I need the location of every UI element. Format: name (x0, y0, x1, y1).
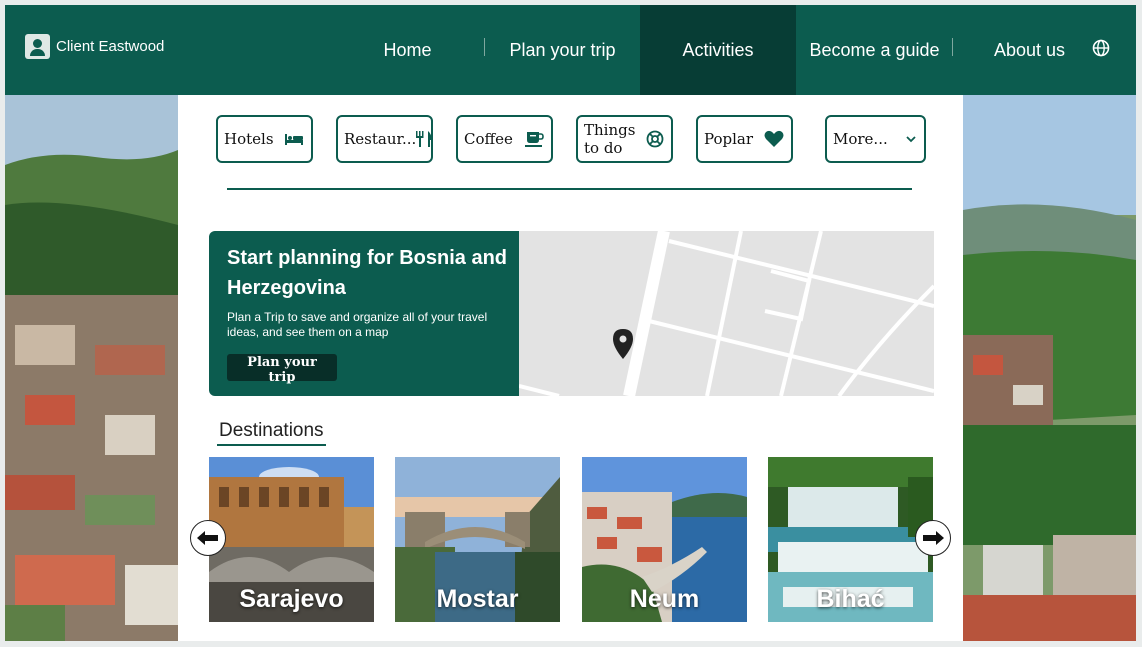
user-icon (25, 34, 50, 59)
chevron-down-icon (906, 136, 916, 143)
nav-home[interactable]: Home (330, 5, 485, 95)
category-popular-button[interactable]: Poplar (696, 115, 793, 163)
bed-icon (285, 134, 303, 145)
main-panel: Hotels Restaur... Coffee Things to do Po… (178, 95, 963, 641)
divider (227, 188, 912, 190)
category-coffee-button[interactable]: Coffee (456, 115, 553, 163)
top-navigation-bar: Client Eastwood Home Plan your trip Acti… (5, 5, 1136, 95)
destination-card-bihac[interactable]: Bihać (768, 457, 933, 622)
plan-your-trip-button[interactable]: Plan your trip (227, 354, 337, 385)
fork-knife-icon (416, 131, 432, 147)
city-background-right (963, 95, 1136, 641)
destination-card-sarajevo[interactable]: Sarajevo (209, 457, 374, 622)
heart-icon (764, 130, 784, 147)
destination-name: Neum (629, 585, 700, 613)
arrow-left-icon (197, 531, 218, 545)
destination-card-neum[interactable]: Neum (582, 457, 747, 622)
nav-become-a-guide[interactable]: Become a guide (796, 5, 953, 95)
promo-description: Plan a Trip to save and organize all of … (227, 310, 488, 339)
destination-name: Sarajevo (239, 585, 344, 613)
city-background-left (5, 95, 178, 641)
nav-activities[interactable]: Activities (640, 5, 796, 95)
destinations-heading: Destinations (217, 420, 326, 446)
app-frame: Client Eastwood Home Plan your trip Acti… (5, 5, 1136, 641)
promo-title: Start planning for Bosnia and Herzegovin… (227, 247, 508, 299)
category-things-to-do-button[interactable]: Things to do (576, 115, 673, 163)
destination-name: Bihać (816, 585, 885, 613)
destination-card-mostar[interactable]: Mostar (395, 457, 560, 622)
globe-icon[interactable] (1091, 38, 1111, 58)
user-account[interactable]: Client Eastwood (25, 34, 164, 59)
category-filters: Hotels Restaur... Coffee Things to do Po… (216, 115, 928, 167)
arrow-right-icon (923, 531, 944, 545)
user-name: Client Eastwood (56, 38, 165, 55)
category-restaurants-button[interactable]: Restaur... (336, 115, 433, 163)
category-more-dropdown[interactable]: More... (825, 115, 926, 163)
category-hotels-button[interactable]: Hotels (216, 115, 313, 163)
coffee-cup-icon (525, 132, 544, 147)
main-nav: Home Plan your trip Activities Become a … (330, 5, 1106, 95)
trip-planner-promo: Start planning for Bosnia and Herzegovin… (209, 231, 519, 396)
ticket-icon (646, 130, 664, 148)
nav-plan-your-trip[interactable]: Plan your trip (485, 5, 640, 95)
nav-about-us[interactable]: About us (953, 5, 1106, 95)
carousel-next-button[interactable] (915, 520, 951, 556)
destination-name: Mostar (436, 585, 519, 613)
trip-map[interactable] (519, 231, 934, 396)
carousel-prev-button[interactable] (190, 520, 226, 556)
